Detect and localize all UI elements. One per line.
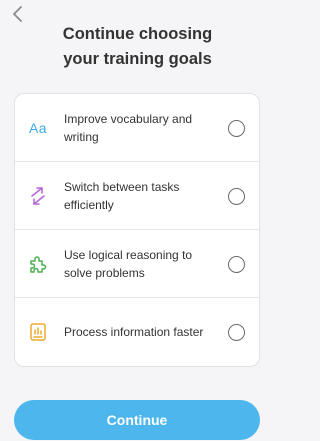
goal-item-vocabulary[interactable]: Aa Improve vocabulary and writing <box>15 94 259 162</box>
goal-item-process-information[interactable]: Process information faster <box>15 298 259 366</box>
page-title: Continue choosing your training goals <box>0 22 275 72</box>
goal-label: Use logical reasoning to solve problems <box>64 248 193 280</box>
title-line-2: your training goals <box>63 50 212 68</box>
goals-card: Aa Improve vocabulary and writing Switch… <box>14 93 260 367</box>
goals-screen: Continue choosing your training goals Aa… <box>0 0 275 441</box>
radio-button[interactable] <box>228 255 245 273</box>
puzzle-piece-icon <box>27 253 49 275</box>
radio-button[interactable] <box>228 187 245 205</box>
radio-button[interactable] <box>228 119 245 137</box>
goal-label: Process information faster <box>64 325 204 339</box>
title-line-1: Continue choosing <box>62 25 213 43</box>
radio-button[interactable] <box>228 323 245 341</box>
continue-button[interactable]: Continue <box>14 400 260 440</box>
chart-card-icon <box>27 321 49 343</box>
text-aa-icon: Aa <box>28 120 48 136</box>
goal-item-task-switching[interactable]: Switch between tasks efficiently <box>15 162 259 230</box>
switch-arrows-icon <box>27 185 49 207</box>
goal-label: Switch between tasks efficiently <box>64 180 180 212</box>
goal-item-logical-reasoning[interactable]: Use logical reasoning to solve problems <box>15 230 259 298</box>
goal-label: Improve vocabulary and writing <box>64 112 193 144</box>
